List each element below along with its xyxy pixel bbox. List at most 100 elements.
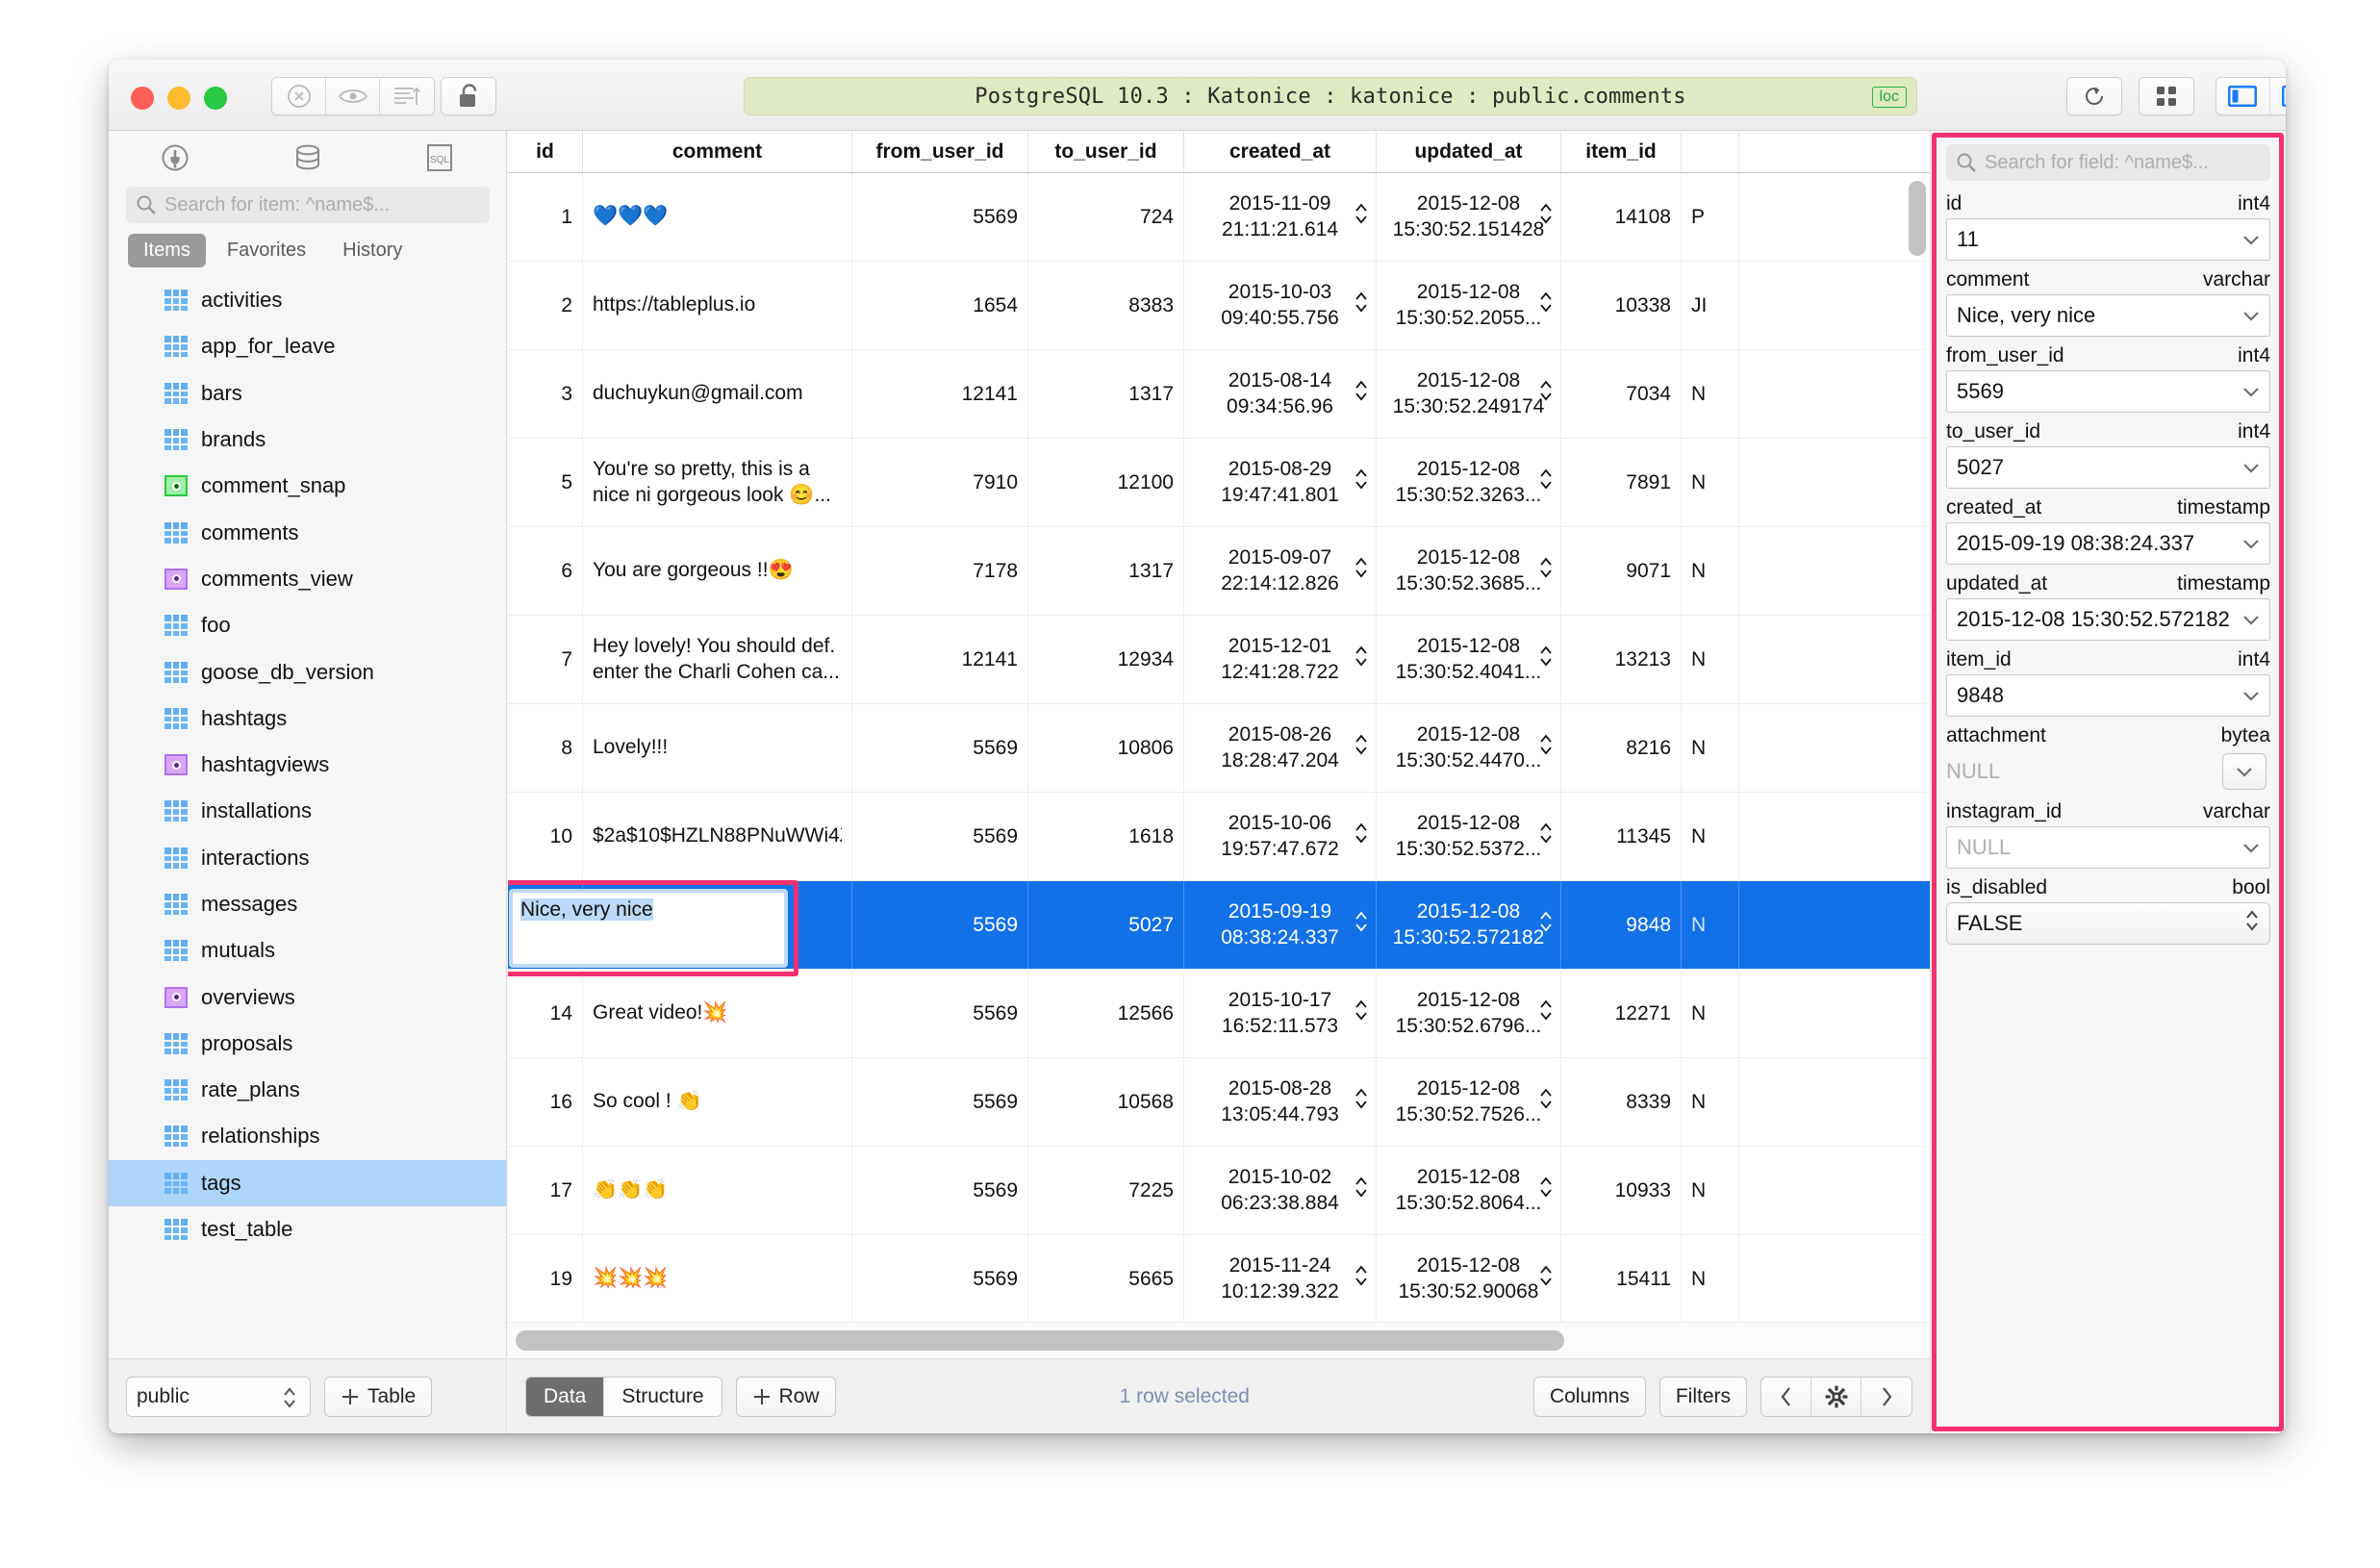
cell-created-at[interactable]: 2015-08-14 09:34:56.96 [1184,350,1377,438]
cell-item-id[interactable]: 15411 [1561,1235,1682,1322]
sidebar-item-interactions[interactable]: interactions [109,835,506,881]
sort-lines-icon[interactable] [380,78,434,114]
cell-to-user-id[interactable]: 12100 [1028,439,1184,526]
table-row[interactable]: 7 Hey lovely! You should def. enter the C… [508,616,1930,704]
database-icon[interactable] [241,131,374,185]
cell-comment[interactable]: Great video!💥 [583,970,852,1057]
cell-created-at[interactable]: 2015-09-19 08:38:24.337 [1184,881,1377,969]
stepper-icon[interactable] [1538,288,1554,324]
stepper-icon[interactable] [1354,819,1369,855]
updown-chevron-icon[interactable] [2243,908,2261,939]
sidebar-item-test_table[interactable]: test_table [109,1206,506,1252]
cell-to-user-id[interactable]: 12934 [1028,616,1184,703]
cell-comment[interactable]: Lovely!!! [583,704,852,792]
sidebar-item-hashtags[interactable]: hashtags [109,695,506,742]
stepper-icon[interactable] [1354,1173,1369,1209]
cell-updated-at[interactable]: 2015-12-08 15:30:52.2055... [1377,262,1561,349]
cell-comment[interactable]: So cool ! 👏 [583,1058,852,1146]
maximize-window-button[interactable] [204,87,227,110]
stepper-icon[interactable] [1354,996,1369,1032]
sidebar-item-messages[interactable]: messages [109,881,506,927]
sidebar-item-comments_view[interactable]: comments_view [109,556,506,602]
field-value-input-to_user_id[interactable]: 5027 [1946,446,2270,489]
filters-button[interactable]: Filters [1658,1376,1747,1417]
stepper-icon[interactable] [1538,199,1554,236]
field-value-input-from_user_id[interactable]: 5569 [1946,370,2270,413]
cell-from-user-id[interactable]: 5569 [852,1058,1028,1146]
inspector-search-input[interactable]: Search for field: ^name$... [1946,144,2270,181]
left-panel-toggle-icon[interactable] [2216,78,2270,114]
grid-vertical-scrollbar[interactable] [1909,181,1926,256]
cell-created-at[interactable]: 2015-10-17 16:52:11.573 [1184,970,1377,1057]
cell-from-user-id[interactable]: 5569 [852,1235,1028,1322]
cell-from-user-id[interactable]: 5569 [852,793,1028,880]
cell-comment[interactable]: You are gorgeous !!😍 [583,527,852,615]
field-value-input-id[interactable]: 11 [1946,218,2270,261]
sidebar-tab-items[interactable]: Items [128,234,206,267]
cell-updated-at[interactable]: 2015-12-08 15:30:52.3263... [1377,439,1561,526]
sidebar-item-activities[interactable]: activities [109,277,506,323]
cell-from-user-id[interactable]: 5569 [852,704,1028,792]
cell-to-user-id[interactable]: 724 [1028,173,1184,261]
cell-from-user-id[interactable]: 1654 [852,262,1028,349]
cell-to-user-id[interactable]: 5665 [1028,1235,1184,1322]
cell-from-user-id[interactable]: 5569 [852,970,1028,1057]
grid-header[interactable]: id comment from_user_id to_user_id created_a… [508,131,1930,173]
chevron-down-icon[interactable] [2241,607,2261,632]
cell-attachment[interactable]: N [1682,1147,1739,1234]
sidebar-item-bars[interactable]: bars [109,370,506,417]
stepper-icon[interactable] [1538,1261,1554,1298]
cell-to-user-id[interactable]: 1618 [1028,793,1184,880]
cell-created-at[interactable]: 2015-08-28 13:05:44.793 [1184,1058,1377,1146]
cell-comment[interactable]: You're so pretty, this is a nice ni gorg… [583,439,852,526]
table-row[interactable]: 5 You're so pretty, this is a nice ni gor… [508,439,1930,527]
grid-horizontal-scrollbar[interactable] [508,1322,1930,1358]
sidebar-item-overviews[interactable]: overviews [109,974,506,1020]
table-row[interactable]: 17 👏👏👏 5569 7225 2015-10-02 06:23:38.884 2015-… [508,1147,1930,1235]
cell-item-id[interactable]: 10933 [1561,1147,1682,1234]
cell-from-user-id[interactable]: 12141 [852,616,1028,703]
cell-created-at[interactable]: 2015-10-03 09:40:55.756 [1184,262,1377,349]
cell-comment[interactable]: duchuykun@gmail.com [583,350,852,438]
cell-updated-at[interactable]: 2015-12-08 15:30:52.249174 [1377,350,1561,438]
cell-created-at[interactable]: 2015-08-26 18:28:47.204 [1184,704,1377,792]
sidebar-item-comment_snap[interactable]: comment_snap [109,463,506,509]
cell-created-at[interactable]: 2015-11-24 10:12:39.322 [1184,1235,1377,1322]
right-panel-toggle-icon[interactable] [2269,78,2286,114]
field-value-input-created_at[interactable]: 2015-09-19 08:38:24.337 [1946,522,2270,565]
stepper-icon[interactable] [1354,553,1369,590]
table-row[interactable]: 14 Great video!💥 5569 12566 2015-10-17 16:52:… [508,970,1930,1058]
cell-item-id[interactable]: 9071 [1561,527,1682,615]
cell-item-id[interactable]: 7891 [1561,439,1682,526]
cell-id[interactable]: 6 [508,527,583,615]
field-value-input-instagram_id[interactable]: NULL [1946,826,2270,869]
cell-from-user-id[interactable]: 7178 [852,527,1028,615]
cell-to-user-id[interactable]: 10568 [1028,1058,1184,1146]
cell-item-id[interactable]: 13213 [1561,616,1682,703]
column-header-to_user_id[interactable]: to_user_id [1028,131,1184,172]
cell-id[interactable]: 2 [508,262,583,349]
cell-item-id[interactable]: 9848 [1561,881,1682,969]
sidebar-item-hashtagviews[interactable]: hashtagviews [109,742,506,788]
stepper-icon[interactable] [1354,199,1369,236]
cell-created-at[interactable]: 2015-11-09 21:11:21.614 [1184,173,1377,261]
cell-id[interactable]: 5 [508,439,583,526]
sql-editor-icon[interactable]: SQL [373,131,506,185]
sidebar-item-comments[interactable]: comments [109,509,506,555]
column-header-id[interactable]: id [508,131,583,172]
cell-attachment[interactable]: N [1682,1058,1739,1146]
cell-item-id[interactable]: 7034 [1561,350,1682,438]
cell-id[interactable]: 10 [508,793,583,880]
cell-comment[interactable]: 👏👏👏 [583,1147,852,1234]
cell-attachment[interactable]: N [1682,881,1739,969]
cell-attachment[interactable]: N [1682,1235,1739,1322]
columns-button[interactable]: Columns [1532,1376,1646,1417]
stepper-icon[interactable] [1538,907,1554,944]
next-page-button[interactable] [1861,1378,1912,1416]
stepper-icon[interactable] [1354,288,1369,324]
eye-icon[interactable] [326,78,380,114]
table-row[interactable]: 8 Lovely!!! 5569 10806 2015-08-26 18:28:47.20… [508,704,1930,793]
cell-attachment[interactable]: P [1682,173,1739,261]
stepper-icon[interactable] [1354,907,1369,944]
cell-to-user-id[interactable]: 1317 [1028,350,1184,438]
